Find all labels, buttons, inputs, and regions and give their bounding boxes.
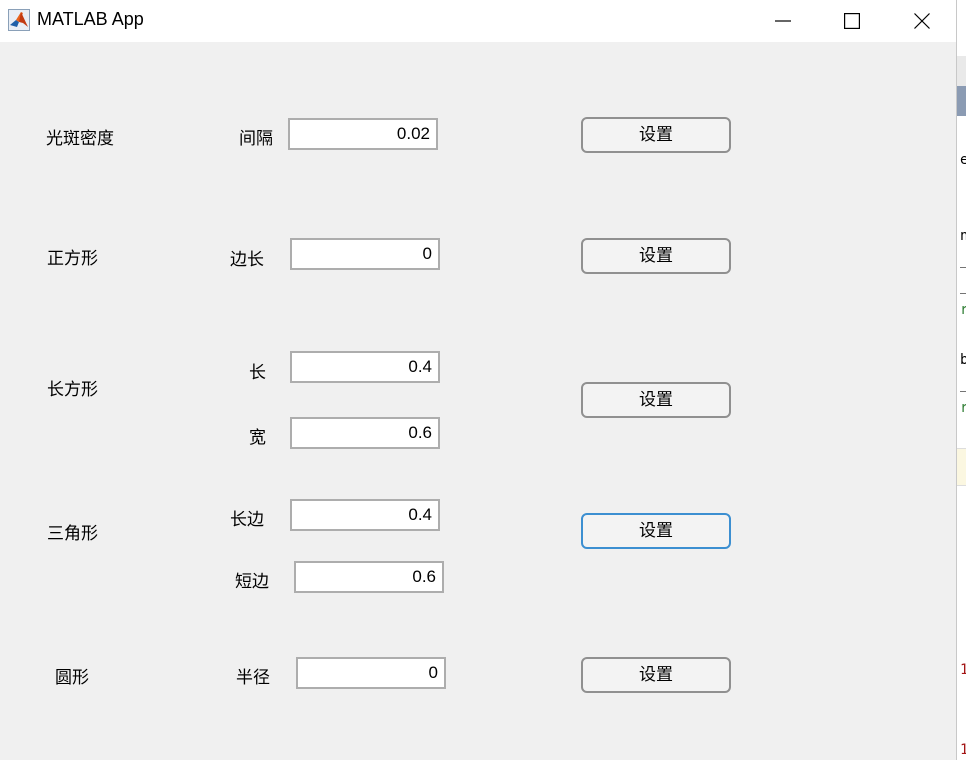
triangle-short-side-label: 短边 [235, 572, 269, 592]
rectangle-width-field[interactable]: 0.6 [290, 417, 440, 449]
rectangle-set-button[interactable]: 设置 [581, 382, 731, 418]
background-code-char: _ [960, 278, 966, 294]
rectangle-length-label: 长 [249, 363, 266, 383]
maximize-button[interactable] [829, 0, 875, 42]
close-button[interactable] [899, 0, 945, 42]
background-code-char: r [960, 302, 966, 318]
maximize-icon [844, 13, 860, 29]
triangle-set-button[interactable]: 设置 [581, 513, 731, 549]
triangle-section-label: 三角形 [47, 524, 98, 544]
minimize-button[interactable] [760, 0, 806, 42]
background-window-edge: e n _ _ r b _ r 1 1 [956, 0, 966, 760]
background-code-char: 1 [960, 662, 966, 678]
square-set-button[interactable]: 设置 [581, 238, 731, 274]
square-section-label: 正方形 [47, 249, 98, 269]
minimize-icon [775, 20, 791, 22]
rectangle-length-field[interactable]: 0.4 [290, 351, 440, 383]
title-bar[interactable]: MATLAB App [0, 0, 956, 42]
background-code-char: _ [960, 252, 966, 268]
circle-radius-label: 半径 [236, 668, 270, 688]
background-code-char: b [960, 352, 966, 368]
square-side-label: 边长 [230, 250, 264, 270]
square-side-field[interactable]: 0 [290, 238, 440, 270]
background-code-char: 1 [960, 742, 966, 758]
background-code-char: n [960, 228, 966, 244]
density-section-label: 光斑密度 [46, 129, 114, 149]
background-code-char: r [960, 400, 966, 416]
matlab-logo-icon [8, 9, 30, 31]
background-code-char: e [960, 152, 966, 168]
density-spacing-field[interactable]: 0.02 [288, 118, 438, 150]
background-toolbar [957, 56, 966, 86]
circle-radius-field[interactable]: 0 [296, 657, 446, 689]
window-title: MATLAB App [37, 9, 144, 29]
density-spacing-label: 间隔 [239, 129, 273, 149]
background-code-char: _ [960, 376, 966, 392]
app-window: MATLAB App 光斑密度 间隔 0.02 设置 正方形 边长 0 设置 长… [0, 0, 956, 760]
rectangle-section-label: 长方形 [47, 380, 98, 400]
background-header-bar [957, 86, 966, 116]
background-highlight-row [957, 448, 966, 486]
triangle-long-side-field[interactable]: 0.4 [290, 499, 440, 531]
circle-section-label: 圆形 [55, 668, 89, 688]
rectangle-width-label: 宽 [249, 428, 266, 448]
circle-set-button[interactable]: 设置 [581, 657, 731, 693]
close-icon [914, 13, 930, 29]
triangle-short-side-field[interactable]: 0.6 [294, 561, 444, 593]
density-set-button[interactable]: 设置 [581, 117, 731, 153]
triangle-long-side-label: 长边 [230, 510, 264, 530]
